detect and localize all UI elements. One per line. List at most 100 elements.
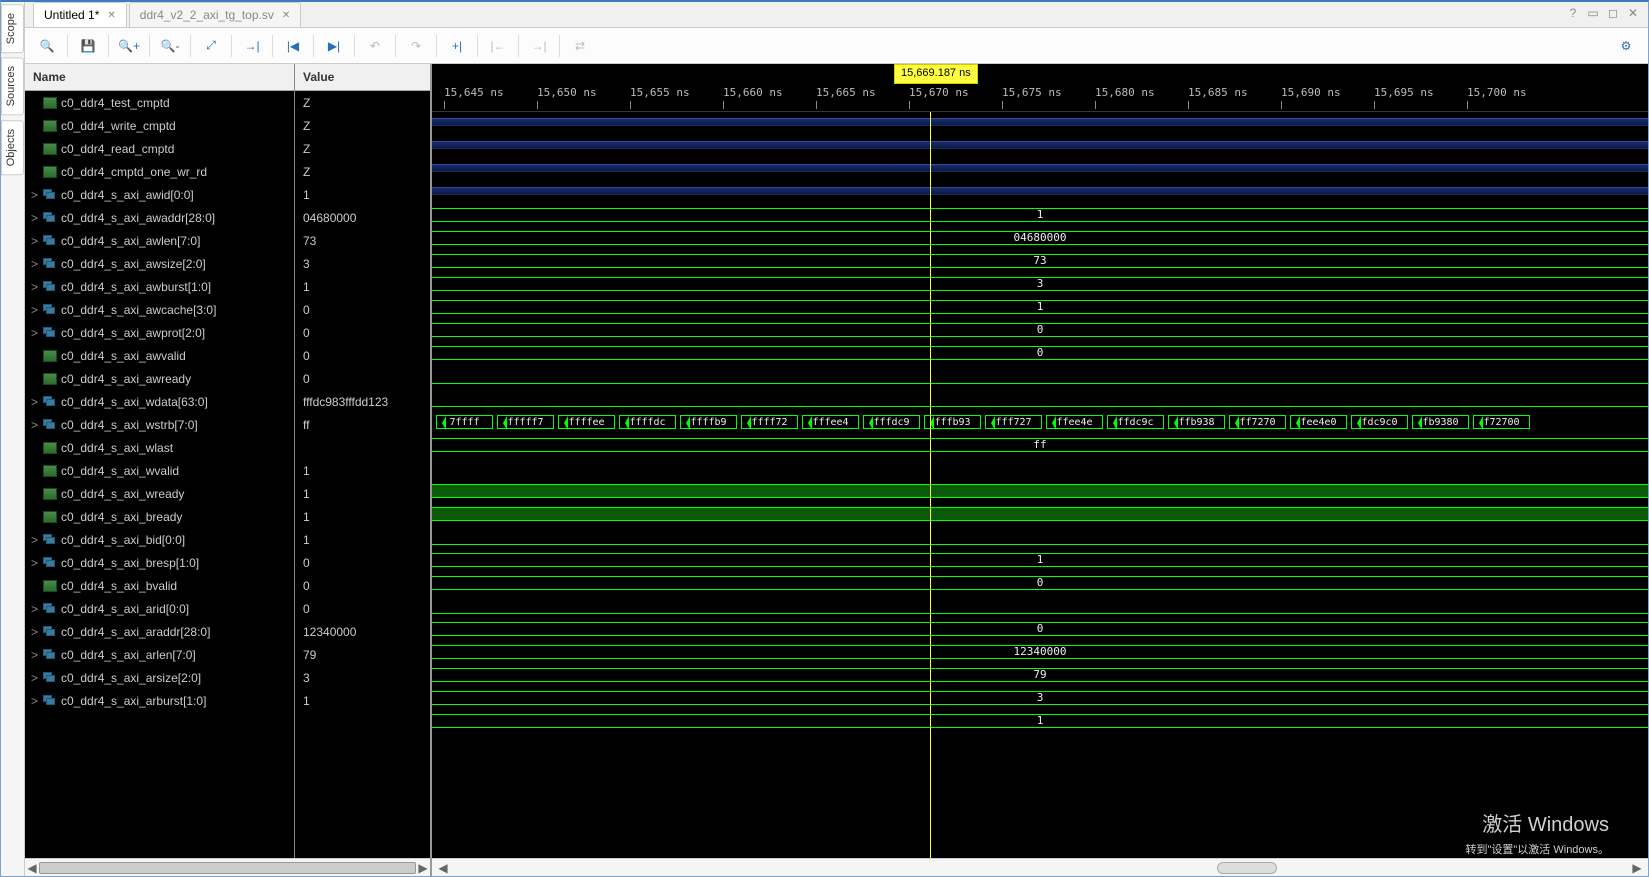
- signal-name-row[interactable]: >c0_ddr4_s_axi_arburst[1:0]: [25, 689, 294, 712]
- signal-name-row[interactable]: >c0_ddr4_s_axi_arlen[7:0]: [25, 643, 294, 666]
- signal-value[interactable]: 0: [295, 551, 430, 574]
- maximize-icon[interactable]: ◻: [1606, 6, 1620, 20]
- expand-icon[interactable]: >: [31, 648, 41, 662]
- value-column-header[interactable]: Value: [295, 64, 430, 91]
- prev-transition-icon[interactable]: ↶: [361, 32, 389, 60]
- add-marker-icon[interactable]: +|: [443, 32, 471, 60]
- signal-name-row[interactable]: >c0_ddr4_s_axi_arid[0:0]: [25, 597, 294, 620]
- signal-name-row[interactable]: >c0_ddr4_s_axi_awid[0:0]: [25, 183, 294, 206]
- signal-name-row[interactable]: c0_ddr4_read_cmptd: [25, 137, 294, 160]
- signal-name-row[interactable]: >c0_ddr4_s_axi_bresp[1:0]: [25, 551, 294, 574]
- signal-name-row[interactable]: c0_ddr4_s_axi_awready: [25, 367, 294, 390]
- signal-name-row[interactable]: >c0_ddr4_s_axi_awlen[7:0]: [25, 229, 294, 252]
- signal-name-row[interactable]: c0_ddr4_s_axi_bready: [25, 505, 294, 528]
- search-icon[interactable]: 🔍: [33, 32, 61, 60]
- signal-value[interactable]: Z: [295, 91, 430, 114]
- go-last-icon[interactable]: ▶|: [320, 32, 348, 60]
- signal-value[interactable]: 0: [295, 367, 430, 390]
- expand-icon[interactable]: >: [31, 671, 41, 685]
- zoom-out-icon[interactable]: 🔍-: [156, 32, 184, 60]
- signal-value[interactable]: Z: [295, 114, 430, 137]
- waveform-body[interactable]: 1046800007331007fffffffff7ffffeeffffdcff…: [432, 112, 1648, 858]
- signal-name-row[interactable]: >c0_ddr4_s_axi_awaddr[28:0]: [25, 206, 294, 229]
- expand-icon[interactable]: >: [31, 280, 41, 294]
- signal-value[interactable]: 0: [295, 321, 430, 344]
- signal-name-row[interactable]: c0_ddr4_cmptd_one_wr_rd: [25, 160, 294, 183]
- signal-value[interactable]: fffdc983fffdd123: [295, 390, 430, 413]
- expand-icon[interactable]: >: [31, 694, 41, 708]
- signal-name-row[interactable]: >c0_ddr4_s_axi_awcache[3:0]: [25, 298, 294, 321]
- signal-value[interactable]: 1: [295, 275, 430, 298]
- expand-icon[interactable]: >: [31, 303, 41, 317]
- save-icon[interactable]: 💾: [74, 32, 102, 60]
- signal-value[interactable]: Z: [295, 137, 430, 160]
- expand-icon[interactable]: >: [31, 326, 41, 340]
- signal-value[interactable]: Z: [295, 160, 430, 183]
- help-icon[interactable]: ?: [1566, 6, 1580, 20]
- signal-name-row[interactable]: c0_ddr4_s_axi_wready: [25, 482, 294, 505]
- close-panel-icon[interactable]: ✕: [1626, 6, 1640, 20]
- signal-value[interactable]: 0: [295, 344, 430, 367]
- signal-value[interactable]: 12340000: [295, 620, 430, 643]
- cursor-marker[interactable]: 15,669.187 ns: [894, 64, 978, 84]
- side-tab-objects[interactable]: Objects: [1, 120, 24, 175]
- expand-icon[interactable]: >: [31, 556, 41, 570]
- signal-value[interactable]: [295, 436, 430, 459]
- goto-cursor-icon[interactable]: →|: [238, 32, 266, 60]
- signal-value[interactable]: 1: [295, 183, 430, 206]
- signal-value[interactable]: 3: [295, 666, 430, 689]
- settings-icon[interactable]: ⚙: [1612, 32, 1640, 60]
- signal-value[interactable]: 0: [295, 574, 430, 597]
- signal-name-row[interactable]: >c0_ddr4_s_axi_araddr[28:0]: [25, 620, 294, 643]
- cursor-line[interactable]: [930, 112, 931, 858]
- signal-name-row[interactable]: >c0_ddr4_s_axi_awburst[1:0]: [25, 275, 294, 298]
- expand-icon[interactable]: >: [31, 395, 41, 409]
- swap-markers-icon[interactable]: ⇄: [566, 32, 594, 60]
- go-first-icon[interactable]: |◀: [279, 32, 307, 60]
- signal-name-row[interactable]: >c0_ddr4_s_axi_wdata[63:0]: [25, 390, 294, 413]
- signal-value[interactable]: 0: [295, 597, 430, 620]
- editor-tab[interactable]: ddr4_v2_2_axi_tg_top.sv✕: [129, 2, 302, 27]
- signal-name-row[interactable]: c0_ddr4_s_axi_wlast: [25, 436, 294, 459]
- signal-value[interactable]: 3: [295, 252, 430, 275]
- marker-left-icon[interactable]: |←: [484, 32, 512, 60]
- signal-value[interactable]: 1: [295, 505, 430, 528]
- expand-icon[interactable]: >: [31, 234, 41, 248]
- side-tab-sources[interactable]: Sources: [1, 57, 24, 115]
- marker-right-icon[interactable]: →|: [525, 32, 553, 60]
- signal-value[interactable]: 1: [295, 482, 430, 505]
- time-ruler[interactable]: 15,645 ns15,650 ns15,655 ns15,660 ns15,6…: [432, 84, 1648, 112]
- expand-icon[interactable]: >: [31, 625, 41, 639]
- side-tab-scope[interactable]: Scope: [1, 4, 24, 53]
- close-icon[interactable]: ✕: [282, 10, 290, 21]
- name-column-header[interactable]: Name: [25, 64, 294, 91]
- expand-icon[interactable]: >: [31, 418, 41, 432]
- expand-icon[interactable]: >: [31, 533, 41, 547]
- signal-name-row[interactable]: c0_ddr4_write_cmptd: [25, 114, 294, 137]
- signal-value[interactable]: 79: [295, 643, 430, 666]
- signal-value[interactable]: 1: [295, 528, 430, 551]
- signal-name-row[interactable]: c0_ddr4_s_axi_awvalid: [25, 344, 294, 367]
- signal-name-row[interactable]: c0_ddr4_s_axi_wvalid: [25, 459, 294, 482]
- minimize-icon[interactable]: ▭: [1586, 6, 1600, 20]
- zoom-in-icon[interactable]: 🔍+: [115, 32, 143, 60]
- signal-hscroll[interactable]: ◀ ▶: [25, 858, 430, 876]
- expand-icon[interactable]: >: [31, 257, 41, 271]
- close-icon[interactable]: ✕: [107, 10, 115, 21]
- wave-hscroll-thumb[interactable]: [1217, 862, 1277, 874]
- signal-value[interactable]: 1: [295, 689, 430, 712]
- expand-icon[interactable]: >: [31, 211, 41, 225]
- signal-value[interactable]: 73: [295, 229, 430, 252]
- expand-icon[interactable]: >: [31, 188, 41, 202]
- signal-value[interactable]: 04680000: [295, 206, 430, 229]
- signal-name-row[interactable]: >c0_ddr4_s_axi_awsize[2:0]: [25, 252, 294, 275]
- expand-icon[interactable]: >: [31, 602, 41, 616]
- signal-value[interactable]: ff: [295, 413, 430, 436]
- wave-hscroll[interactable]: ◀ ▶: [432, 858, 1648, 876]
- zoom-fit-icon[interactable]: ⤢: [197, 32, 225, 60]
- signal-name-row[interactable]: c0_ddr4_s_axi_bvalid: [25, 574, 294, 597]
- signal-value[interactable]: 1: [295, 459, 430, 482]
- signal-value[interactable]: 0: [295, 298, 430, 321]
- signal-name-row[interactable]: c0_ddr4_test_cmptd: [25, 91, 294, 114]
- signal-name-row[interactable]: >c0_ddr4_s_axi_awprot[2:0]: [25, 321, 294, 344]
